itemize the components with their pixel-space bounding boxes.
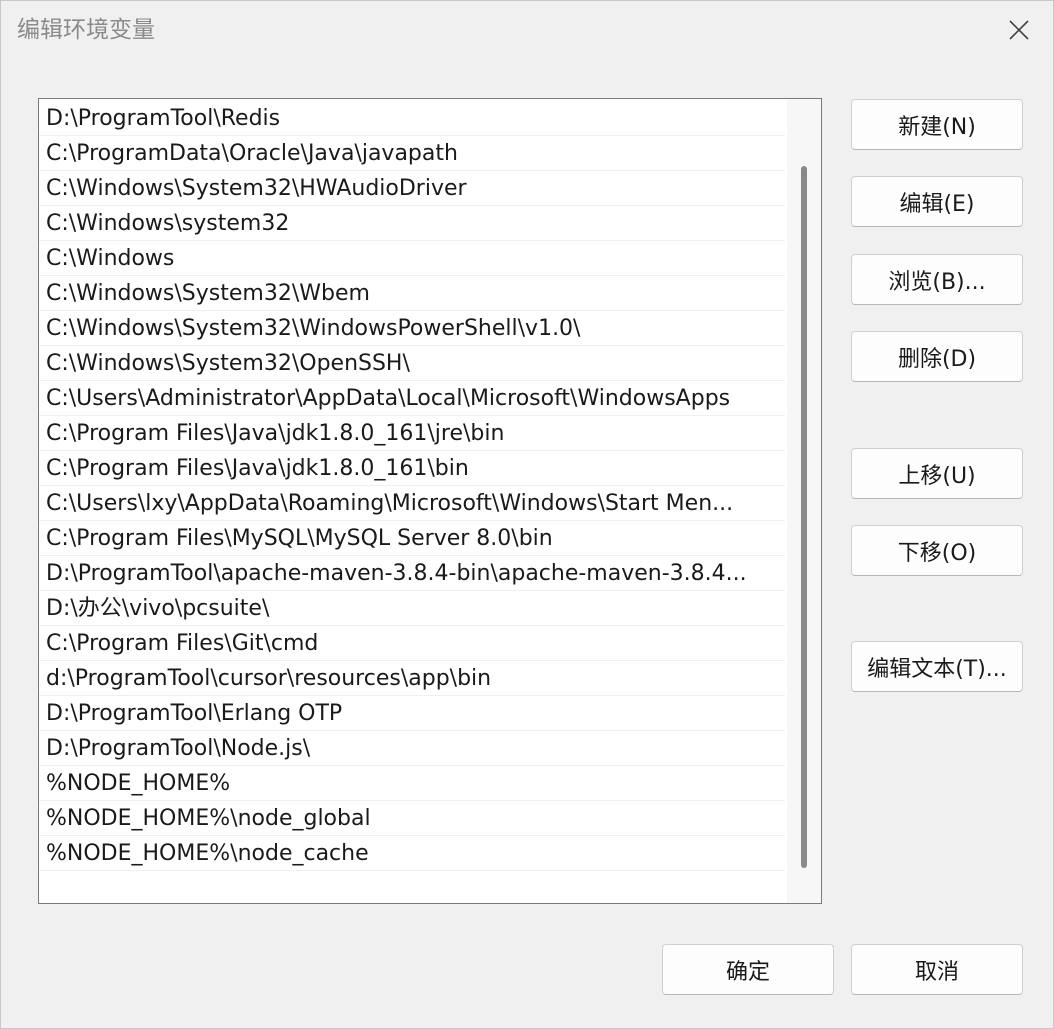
close-button[interactable] <box>999 11 1039 49</box>
cancel-button[interactable]: 取消 <box>851 944 1023 995</box>
edit-button[interactable]: 编辑(E) <box>851 176 1023 227</box>
path-list-item[interactable]: D:\ProgramTool\Erlang OTP <box>39 696 785 731</box>
move-up-button[interactable]: 上移(U) <box>851 448 1023 499</box>
ok-button[interactable]: 确定 <box>662 944 834 995</box>
path-list-item[interactable]: %NODE_HOME%\node_global <box>39 801 785 836</box>
path-list-item[interactable]: C:\Program Files\Java\jdk1.8.0_161\bin <box>39 451 785 486</box>
path-list-item[interactable]: C:\Program Files\Java\jdk1.8.0_161\jre\b… <box>39 416 785 451</box>
path-list-item[interactable]: %NODE_HOME% <box>39 766 785 801</box>
path-list-item[interactable]: C:\Windows\system32 <box>39 206 785 241</box>
title-bar: 编辑环境变量 <box>1 1 1053 59</box>
path-list-item[interactable]: C:\Windows\System32\Wbem <box>39 276 785 311</box>
path-list-item[interactable]: C:\Windows <box>39 241 785 276</box>
path-list-item[interactable]: d:\ProgramTool\cursor\resources\app\bin <box>39 661 785 696</box>
path-list-item[interactable]: D:\ProgramTool\Node.js\ <box>39 731 785 766</box>
path-list-item[interactable]: D:\ProgramTool\Redis <box>39 101 785 136</box>
vertical-scrollbar[interactable] <box>787 99 821 903</box>
browse-button[interactable]: 浏览(B)... <box>851 254 1023 305</box>
edit-env-variable-dialog: 编辑环境变量 D:\ProgramTool\Redis C:\ProgramDat… <box>0 0 1054 1029</box>
path-list-item[interactable]: C:\Windows\System32\WindowsPowerShell\v1… <box>39 311 785 346</box>
path-list-item[interactable]: C:\Program Files\Git\cmd <box>39 626 785 661</box>
delete-button[interactable]: 删除(D) <box>851 331 1023 382</box>
path-list-item[interactable]: %NODE_HOME%\node_cache <box>39 836 785 871</box>
path-list-item[interactable]: C:\Windows\System32\OpenSSH\ <box>39 346 785 381</box>
close-icon <box>1009 20 1029 40</box>
path-list[interactable]: D:\ProgramTool\Redis C:\ProgramData\Oracl… <box>38 98 822 904</box>
path-list-item[interactable]: D:\办公\vivo\pcsuite\ <box>39 591 785 626</box>
move-down-button[interactable]: 下移(O) <box>851 525 1023 576</box>
new-button[interactable]: 新建(N) <box>851 99 1023 150</box>
edit-text-button[interactable]: 编辑文本(T)... <box>851 641 1023 692</box>
scrollbar-thumb[interactable] <box>801 166 807 868</box>
path-list-item[interactable]: C:\Windows\System32\HWAudioDriver <box>39 171 785 206</box>
path-list-item[interactable]: C:\ProgramData\Oracle\Java\javapath <box>39 136 785 171</box>
path-list-item[interactable]: C:\Program Files\MySQL\MySQL Server 8.0\… <box>39 521 785 556</box>
dialog-title: 编辑环境变量 <box>17 17 155 43</box>
path-list-item[interactable]: C:\Users\Administrator\AppData\Local\Mic… <box>39 381 785 416</box>
path-list-item[interactable]: C:\Users\lxy\AppData\Roaming\Microsoft\W… <box>39 486 785 521</box>
path-list-item[interactable]: D:\ProgramTool\apache-maven-3.8.4-bin\ap… <box>39 556 785 591</box>
